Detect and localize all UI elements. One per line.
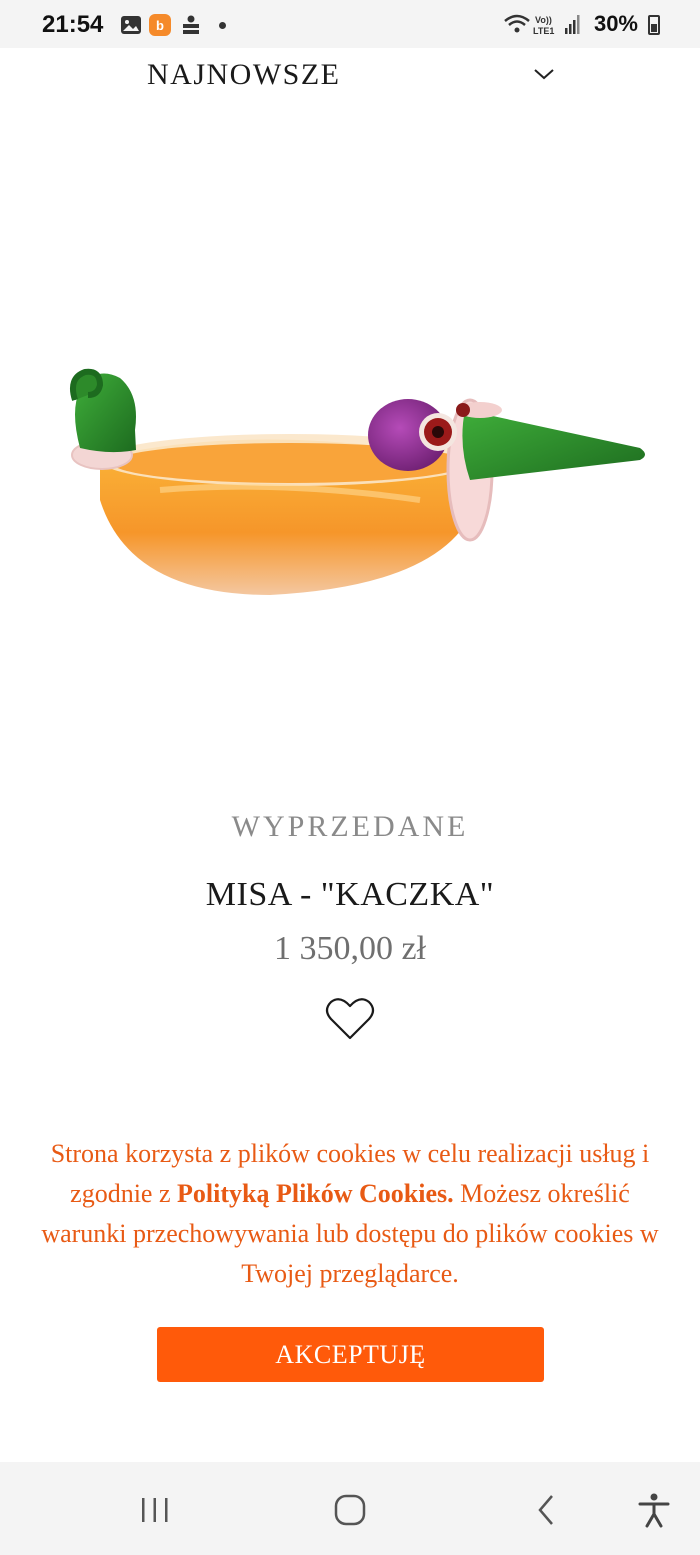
status-time: 21:54: [42, 11, 104, 38]
svg-text:b: b: [156, 18, 164, 33]
bubble-app-icon: b: [149, 14, 171, 36]
recent-apps-icon[interactable]: [133, 1490, 177, 1530]
sold-out-badge: WYPRZEDANE: [231, 810, 469, 843]
bank-app-icon: [183, 15, 199, 34]
accessibility-icon[interactable]: [632, 1490, 676, 1530]
battery-icon: [648, 15, 660, 35]
status-bar: 21:54 b Vo)) LTE1 30%: [0, 0, 700, 48]
wifi-icon: Vo)) LTE1: [504, 14, 580, 36]
heart-outline-icon[interactable]: [325, 996, 375, 1042]
chevron-down-icon: [534, 69, 554, 80]
home-icon[interactable]: [328, 1490, 372, 1530]
accept-cookies-button[interactable]: AKCEPTUJĘ: [157, 1327, 544, 1382]
sort-dropdown[interactable]: NAJNOWSZE: [0, 48, 700, 108]
battery-level: 30%: [593, 11, 638, 36]
back-icon[interactable]: [524, 1490, 568, 1530]
cookie-policy-link[interactable]: Polityką Plików Cookies.: [177, 1179, 454, 1208]
svg-text:Vo)): Vo)): [535, 15, 552, 25]
svg-text:LTE1: LTE1: [533, 26, 554, 36]
system-nav-bar: [0, 1462, 700, 1555]
sort-label: NAJNOWSZE: [147, 58, 341, 91]
product-price: 1 350,00 zł: [273, 930, 427, 967]
cookie-notice: Strona korzysta z plików cookies w celu …: [40, 1134, 660, 1294]
notification-dot: [219, 22, 226, 29]
product-image[interactable]: [40, 340, 660, 630]
product-name[interactable]: MISA - "KACZKA": [0, 876, 700, 914]
gallery-icon: [121, 16, 141, 34]
